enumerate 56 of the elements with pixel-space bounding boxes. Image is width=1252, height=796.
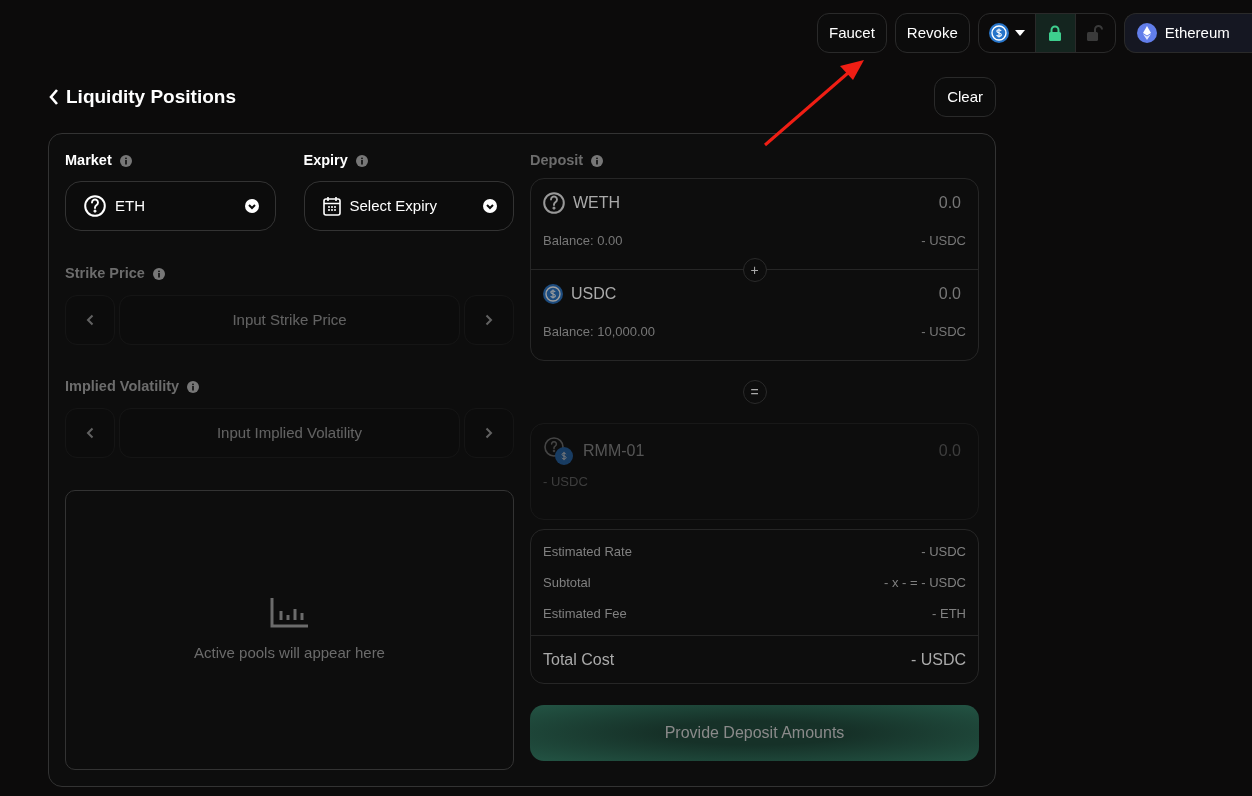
- info-icon: [355, 155, 368, 167]
- info-icon: [591, 155, 604, 167]
- chevron-down-icon: [483, 199, 497, 213]
- summary-label: Subtotal: [543, 573, 591, 592]
- caret-down-icon: [1014, 30, 1025, 36]
- unlock-icon: [1087, 25, 1104, 41]
- balance-text: Balance: 0.00: [543, 232, 623, 250]
- summary-value: - x - = - USDC: [884, 573, 966, 592]
- info-icon: [152, 268, 165, 280]
- top-button[interactable]: Revoke: [894, 13, 970, 53]
- chevron-down-icon: [244, 199, 259, 213]
- question-circle-icon: [84, 195, 106, 217]
- summary-label: Estimated Fee: [543, 604, 627, 623]
- field-label: Strike Price: [65, 264, 145, 284]
- token-amount: 0.0: [938, 193, 961, 213]
- token-symbol: USDC: [571, 284, 617, 304]
- total-value: - USDC: [910, 649, 966, 670]
- value-text: - USDC: [921, 232, 966, 250]
- page-title: Liquidity Positions: [66, 84, 236, 109]
- empty-state-text: Active pools will appear here: [194, 642, 385, 663]
- chevron-left-icon: [86, 314, 94, 326]
- field-label: Market: [65, 151, 112, 171]
- field-label: Deposit: [530, 151, 584, 171]
- calendar-icon: [322, 196, 341, 216]
- bar-chart-icon: [269, 595, 310, 628]
- field-label: Expiry: [303, 151, 348, 171]
- expiry-select[interactable]: Select Expiry: [303, 181, 514, 231]
- field-label: Implied Volatility: [65, 377, 180, 397]
- diamond-coin-icon: [1136, 23, 1157, 43]
- total-label: Total Cost: [543, 649, 615, 670]
- lock-icon: [1048, 25, 1063, 41]
- back-chevron-icon: [48, 88, 60, 106]
- info-icon: [119, 155, 132, 167]
- value-text: - USDC: [921, 323, 966, 341]
- lock-toggle-button[interactable]: [1034, 14, 1075, 52]
- coin-icon: [543, 284, 563, 304]
- top-button[interactable]: Faucet: [817, 13, 887, 53]
- summary-value: - ETH: [932, 604, 966, 623]
- clear-button[interactable]: Clear: [934, 77, 996, 117]
- token-pair-icon: [543, 436, 575, 466]
- token-amount: 0.0: [938, 284, 961, 304]
- coin-icon: [988, 23, 1009, 43]
- chevron-left-icon: [86, 427, 94, 439]
- network-button[interactable]: Ethereum: [1123, 13, 1252, 53]
- plus-sign: +: [742, 258, 767, 282]
- chevron-right-icon: [485, 314, 493, 326]
- info-icon: [187, 381, 200, 393]
- question-circle-icon: [543, 192, 565, 214]
- equals-sign: =: [742, 380, 767, 404]
- market-select[interactable]: ETH: [65, 181, 276, 231]
- chevron-right-icon: [485, 427, 493, 439]
- summary-label: Estimated Rate: [543, 542, 632, 561]
- token-symbol: WETH: [573, 193, 621, 213]
- summary-value: - USDC: [921, 542, 966, 561]
- balance-text: Balance: 10,000.00: [543, 323, 656, 341]
- token-symbol: RMM-01: [583, 441, 645, 461]
